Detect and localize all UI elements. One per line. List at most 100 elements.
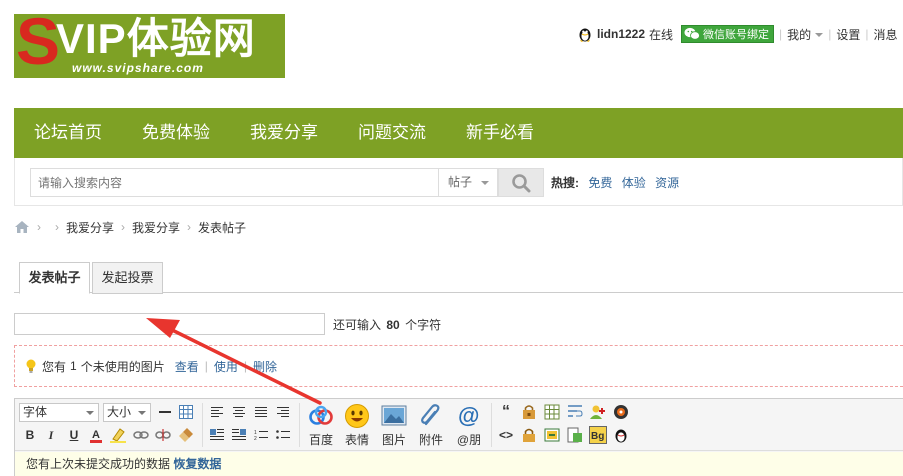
nav-item-qa[interactable]: 问题交流	[358, 108, 426, 158]
background-image-icon[interactable]: Bg	[589, 426, 607, 444]
baidu-cloud-icon	[309, 405, 333, 425]
italic-icon[interactable]: I	[42, 426, 60, 444]
wechat-bind-button[interactable]: 微信账号绑定	[681, 25, 775, 43]
nav-item-newbie[interactable]: 新手必看	[466, 108, 534, 158]
post-type-tabs: 发表帖子 发起投票	[14, 259, 903, 294]
home-icon[interactable]	[14, 220, 30, 234]
notice-count: 1	[70, 359, 77, 373]
font-size-select[interactable]: 大小	[103, 403, 151, 422]
font-family-value: 字体	[23, 405, 48, 419]
nav-item-free-trial[interactable]: 免费体验	[142, 108, 210, 158]
notice-suffix: 个未使用的图片	[80, 359, 165, 374]
mention-button[interactable]: @ @朋	[452, 403, 486, 449]
align-right-icon[interactable]	[274, 403, 292, 421]
attachment-button[interactable]: 附件	[414, 403, 448, 449]
link-icon[interactable]	[132, 426, 150, 444]
table-icon[interactable]	[177, 403, 195, 421]
tab-new-post[interactable]: 发表帖子	[19, 262, 90, 294]
quote-icon[interactable]: “	[497, 403, 515, 421]
text-wrap-icon[interactable]	[566, 403, 584, 421]
breadcrumb-separator: ›	[187, 220, 192, 234]
divider: |	[779, 27, 783, 41]
toolbar-divider	[299, 403, 300, 447]
font-size-value: 大小	[107, 405, 132, 419]
subject-input[interactable]	[14, 313, 325, 335]
unordered-list-icon[interactable]	[274, 426, 292, 444]
paperclip-icon	[421, 404, 440, 426]
online-status: 在线	[649, 27, 674, 42]
hot-search-link[interactable]: 资源	[655, 176, 679, 190]
messages-link[interactable]: 消息	[873, 26, 897, 43]
friend-add-icon[interactable]	[589, 403, 607, 421]
editor: 字体 大小 B I U A 12 百度 表情 图片 附件 @ @朋 “ <> B…	[14, 398, 903, 476]
restore-data-link[interactable]: 恢复数据	[173, 457, 221, 471]
baidu-button[interactable]: 百度	[304, 403, 338, 449]
svg-text:@: @	[458, 403, 479, 428]
search-input[interactable]	[30, 168, 454, 197]
mention-label: @朋	[456, 433, 482, 447]
search-bar: 帖子 热搜: 免费 体验 资源	[14, 158, 903, 206]
unused-image-notice: 您有 1 个未使用的图片 查看 | 使用 | 删除	[14, 345, 903, 387]
username-link[interactable]: lidn1222	[597, 27, 645, 41]
breadcrumb-separator: ›	[55, 220, 59, 234]
qq-penguin-icon	[579, 28, 591, 42]
background-color-icon[interactable]	[109, 426, 127, 444]
align-left-icon[interactable]	[208, 403, 226, 421]
tab-new-poll[interactable]: 发起投票	[92, 262, 163, 294]
search-type-select[interactable]: 帖子	[438, 168, 498, 197]
breadcrumb-item[interactable]: 我爱分享	[132, 219, 180, 236]
media-icon[interactable]	[612, 403, 630, 421]
float-left-icon[interactable]	[208, 426, 226, 444]
char-hint-prefix: 还可输入	[333, 317, 382, 332]
hide-content-icon[interactable]	[520, 403, 538, 421]
underline-icon[interactable]: U	[65, 426, 83, 444]
qq-icon[interactable]	[612, 426, 630, 444]
divider: |	[243, 359, 247, 373]
delete-link[interactable]: 删除	[253, 358, 277, 375]
wechat-icon	[684, 27, 700, 40]
font-family-select[interactable]: 字体	[19, 403, 99, 422]
price-tag-icon[interactable]	[543, 426, 561, 444]
password-lock-icon[interactable]	[520, 426, 538, 444]
font-color-icon[interactable]: A	[87, 426, 105, 444]
search-button[interactable]	[498, 168, 544, 197]
logo-title: VIP体验网	[56, 15, 256, 62]
divider: |	[204, 359, 208, 373]
image-button[interactable]: 图片	[377, 403, 411, 449]
ordered-list-icon[interactable]: 12	[252, 426, 270, 444]
divider: |	[865, 27, 869, 41]
site-logo[interactable]: S VIP体验网 www.svipshare.com	[14, 14, 285, 78]
breadcrumb-item[interactable]: 我爱分享	[66, 219, 114, 236]
nav-item-share[interactable]: 我爱分享	[250, 108, 318, 158]
at-sign-icon: @	[458, 403, 479, 428]
toolbar-divider	[491, 403, 492, 447]
bold-icon[interactable]: B	[21, 426, 39, 444]
align-justify-icon[interactable]	[252, 403, 270, 421]
settings-link[interactable]: 设置	[836, 26, 860, 43]
view-link[interactable]: 查看	[175, 358, 199, 375]
clear-format-icon[interactable]	[177, 426, 195, 444]
chevron-down-icon	[481, 181, 489, 185]
search-type-value: 帖子	[448, 175, 473, 189]
unlink-icon[interactable]	[154, 426, 172, 444]
baidu-label: 百度	[308, 433, 333, 447]
hot-search-link[interactable]: 体验	[622, 176, 646, 190]
hot-search-link[interactable]: 免费	[588, 176, 612, 190]
code-icon[interactable]: <>	[497, 426, 515, 444]
editor-toolbar: 字体 大小 B I U A 12 百度 表情 图片 附件 @ @朋 “ <> B…	[15, 399, 903, 451]
breadcrumb: › › 我爱分享 › 我爱分享 › 发表帖子	[14, 218, 246, 236]
emoji-button[interactable]: 表情	[340, 403, 374, 449]
horizontal-rule-icon[interactable]	[156, 403, 174, 421]
logo-url: www.svipshare.com	[72, 61, 204, 75]
char-hint-suffix: 个字符	[405, 317, 442, 332]
use-link[interactable]: 使用	[214, 358, 238, 375]
float-right-icon[interactable]	[230, 426, 248, 444]
nav-item-home[interactable]: 论坛首页	[34, 108, 102, 158]
my-menu[interactable]: 我的	[787, 26, 824, 43]
header: S VIP体验网 www.svipshare.com lidn1222 在线 微…	[0, 0, 903, 108]
page-break-icon[interactable]	[566, 426, 584, 444]
logo-s-letter: S	[16, 14, 61, 78]
align-center-icon[interactable]	[230, 403, 248, 421]
svg-text:2: 2	[254, 436, 257, 441]
table-insert-icon[interactable]	[543, 403, 561, 421]
